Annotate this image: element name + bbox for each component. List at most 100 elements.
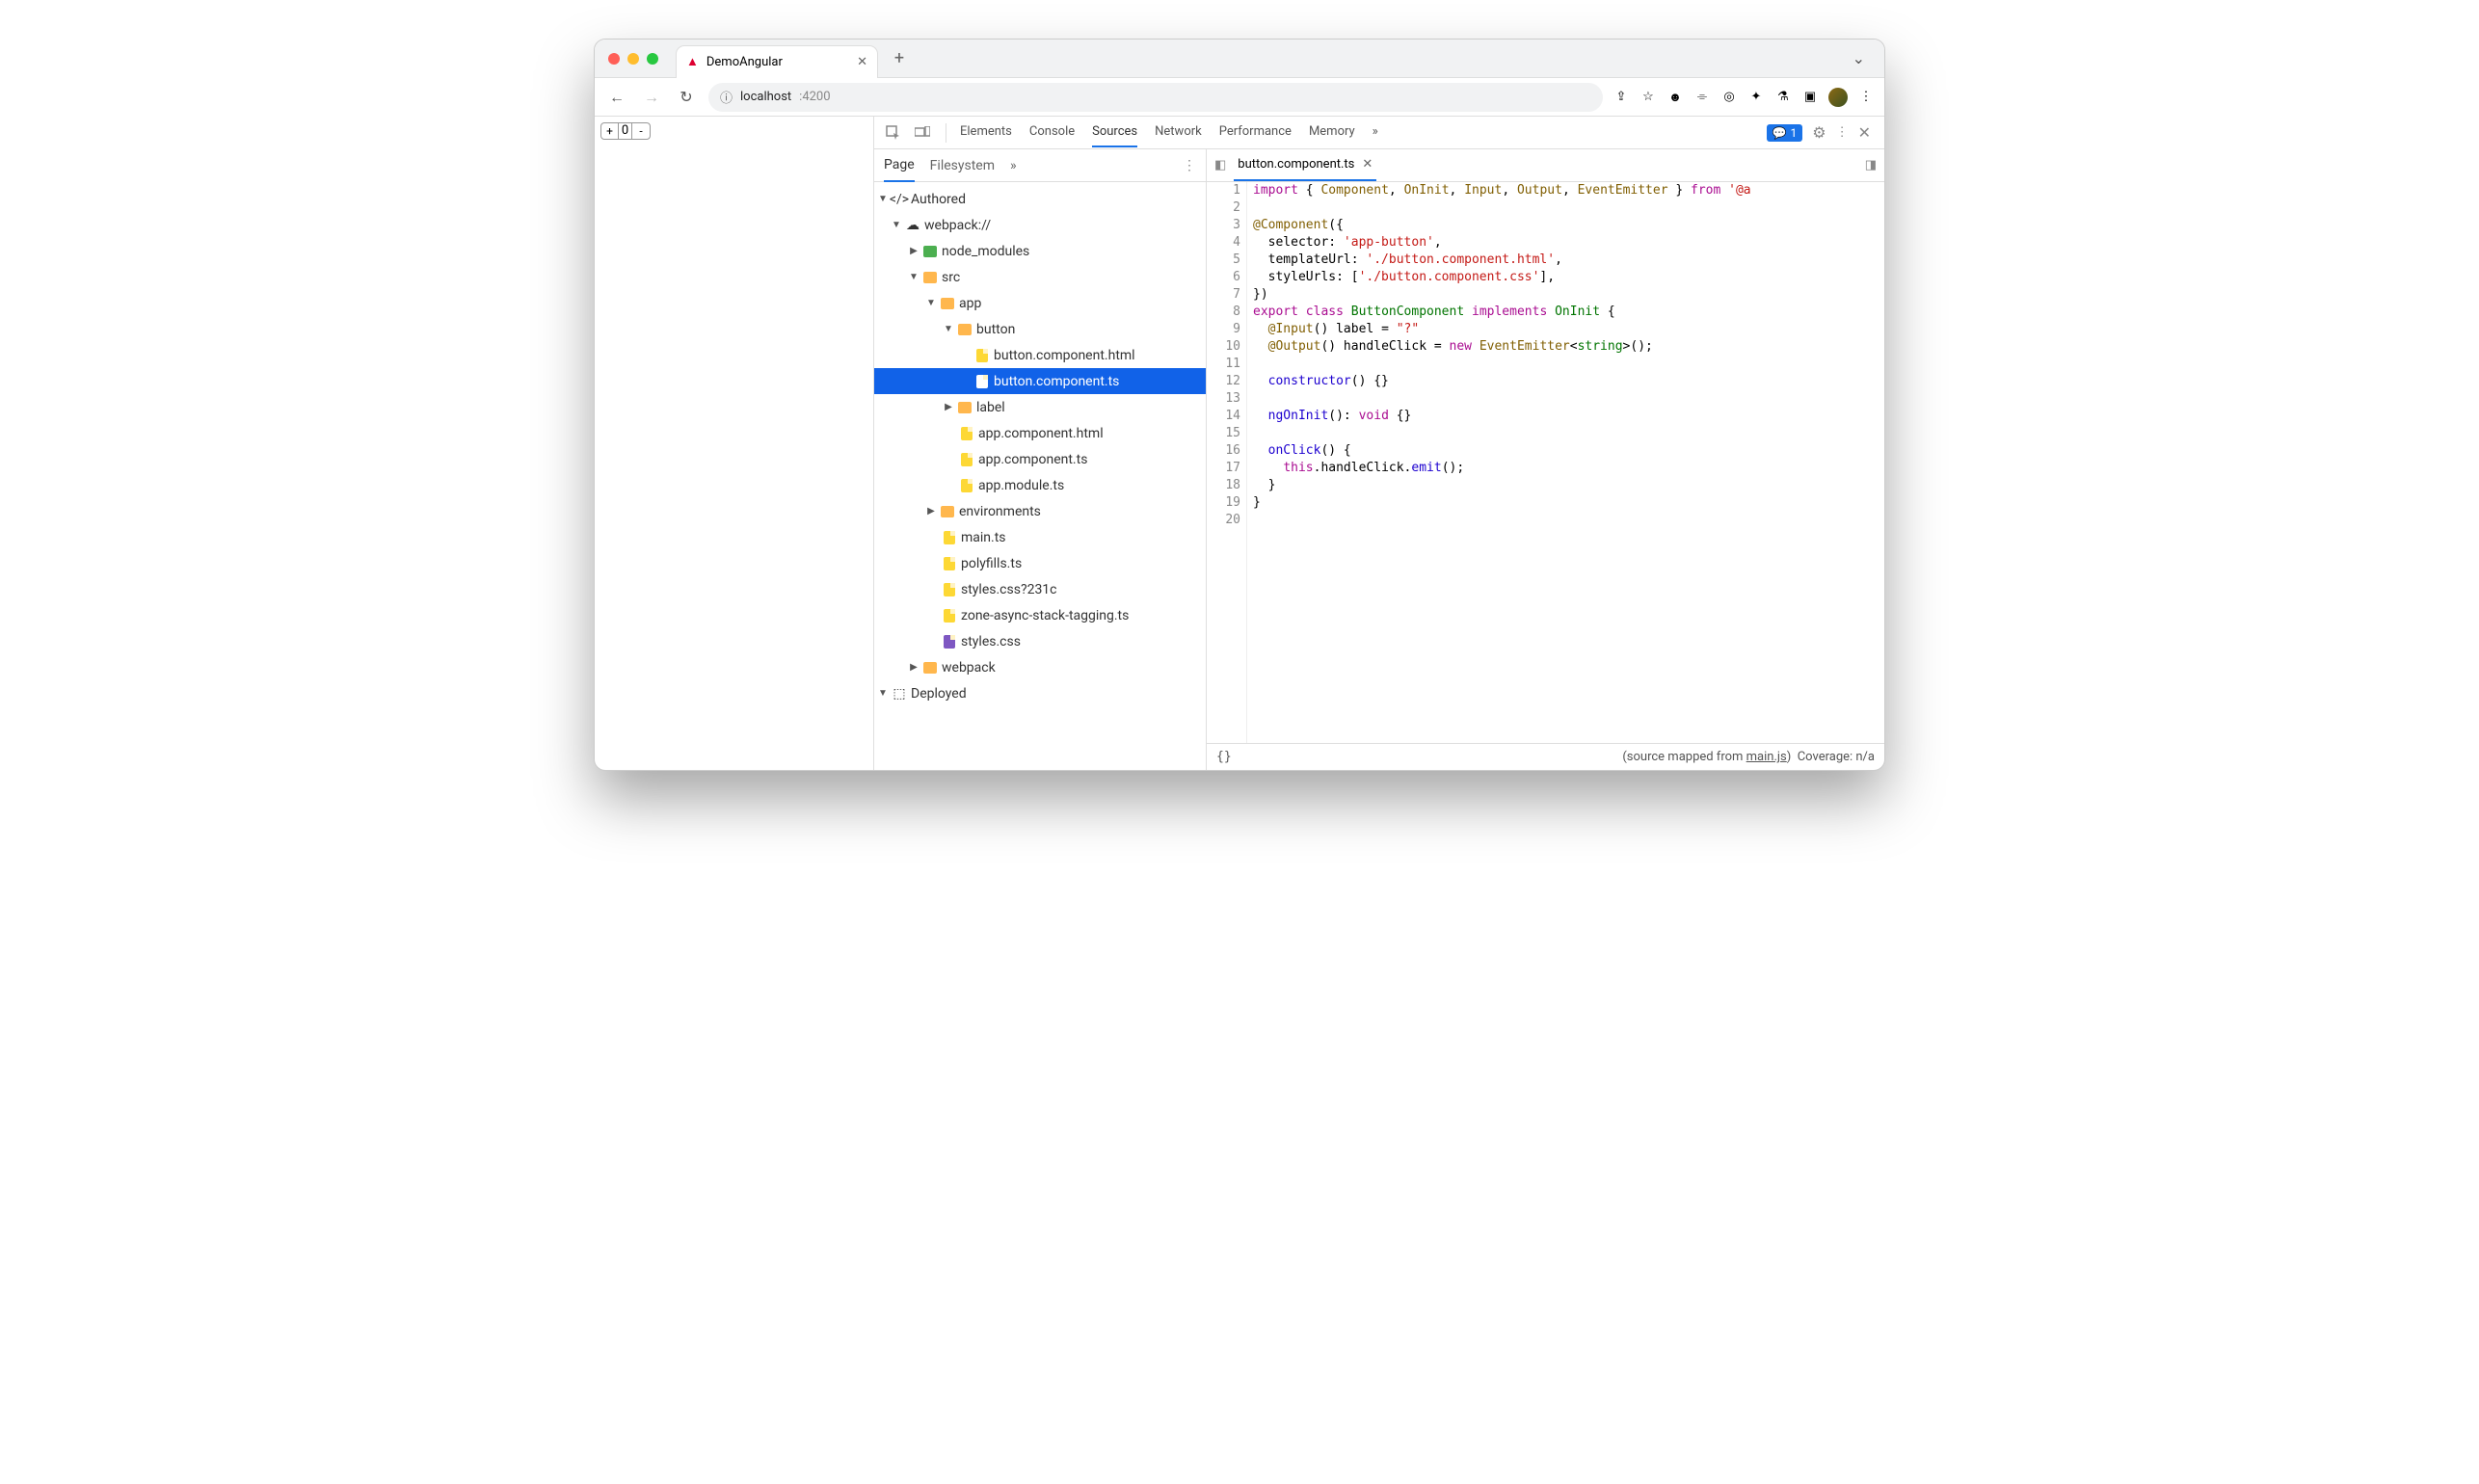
editor-tab-close-icon[interactable]: ✕ <box>1362 157 1373 172</box>
code-bracket-icon: </> <box>892 192 907 207</box>
extension-skull-icon[interactable]: ☻ <box>1666 89 1684 106</box>
tree-authored[interactable]: ▼</>Authored <box>874 186 1206 212</box>
extension-target-icon[interactable]: ◎ <box>1720 89 1738 106</box>
tree-webpack-folder[interactable]: ▶webpack <box>874 654 1206 680</box>
reload-button[interactable]: ↻ <box>674 88 699 106</box>
window-minimize-button[interactable] <box>627 53 639 65</box>
tab-memory[interactable]: Memory <box>1309 118 1355 147</box>
devtools-close-icon[interactable]: ✕ <box>1858 123 1871 142</box>
tree-zone-tagging[interactable]: zone-async-stack-tagging.ts <box>874 602 1206 628</box>
show-debugger-icon[interactable]: ◨ <box>1865 158 1877 172</box>
file-icon <box>959 426 974 441</box>
coverage-status: Coverage: n/a <box>1798 750 1875 764</box>
tree-environments[interactable]: ▶environments <box>874 498 1206 524</box>
counter-widget: + 0 - <box>600 122 651 140</box>
folder-icon <box>957 322 973 337</box>
tab-elements[interactable]: Elements <box>960 118 1012 147</box>
tree-button-ts[interactable]: button.component.ts <box>874 368 1206 394</box>
devtools: Elements Console Sources Network Perform… <box>874 117 1884 770</box>
tree-node-modules[interactable]: ▶node_modules <box>874 238 1206 264</box>
folder-icon <box>957 400 973 415</box>
editor-gutter: 1234567891011121314151617181920 <box>1207 182 1247 743</box>
tree-app-html[interactable]: app.component.html <box>874 420 1206 446</box>
file-icon <box>942 530 957 545</box>
counter-decrement-button[interactable]: - <box>632 123 650 139</box>
source-map-link[interactable]: main.js <box>1746 750 1787 764</box>
counter-value: 0 <box>619 123 632 139</box>
tabs-dropdown-button[interactable]: ⌄ <box>1853 49 1865 67</box>
bookmark-star-icon[interactable]: ☆ <box>1639 89 1657 106</box>
page-content: + 0 - <box>595 117 874 770</box>
traffic-lights <box>608 53 658 65</box>
tree-deployed[interactable]: ▼⬚Deployed <box>874 680 1206 706</box>
extension-flask-icon[interactable]: ⚗ <box>1774 89 1792 106</box>
code-pane: ◧ button.component.ts ✕ ◨ 12345678910111… <box>1207 149 1884 770</box>
url-host: localhost <box>740 90 791 104</box>
nav-more-icon[interactable]: ⋮ <box>1183 158 1196 173</box>
address-input[interactable]: ⓘ localhost:4200 <box>708 83 1603 112</box>
back-button[interactable]: ← <box>604 88 629 107</box>
window-close-button[interactable] <box>608 53 620 65</box>
nav-tab-page[interactable]: Page <box>884 149 915 182</box>
issues-badge[interactable]: 💬 1 <box>1767 124 1803 142</box>
tree-webpack-scheme[interactable]: ▼☁webpack:// <box>874 212 1206 238</box>
forward-button[interactable]: → <box>639 88 664 107</box>
extension-bug-icon[interactable]: ⌯ <box>1693 89 1711 106</box>
tree-app-ts[interactable]: app.component.ts <box>874 446 1206 472</box>
editor-status-bar: {} (source mapped from main.js) Coverage… <box>1207 743 1884 770</box>
inspect-element-icon[interactable] <box>884 123 903 143</box>
share-icon[interactable]: ⇪ <box>1613 89 1630 106</box>
extensions-puzzle-icon[interactable]: ✦ <box>1747 89 1765 106</box>
tab-console[interactable]: Console <box>1029 118 1075 147</box>
titlebar: ▲ DemoAngular ✕ + ⌄ <box>595 40 1884 78</box>
tree-styles-css[interactable]: styles.css <box>874 628 1206 654</box>
file-icon <box>942 634 957 649</box>
tree-styles-hashed[interactable]: styles.css?231c <box>874 576 1206 602</box>
tree-main-ts[interactable]: main.ts <box>874 524 1206 550</box>
tab-close-icon[interactable]: ✕ <box>857 55 867 69</box>
tree-polyfills[interactable]: polyfills.ts <box>874 550 1206 576</box>
sources-navigator: Page Filesystem » ⋮ ▼</>Authored ▼☁webpa… <box>874 149 1207 770</box>
profile-avatar[interactable] <box>1828 88 1848 107</box>
tree-app[interactable]: ▼app <box>874 290 1206 316</box>
new-tab-button[interactable]: + <box>886 48 913 68</box>
tree-app-module[interactable]: app.module.ts <box>874 472 1206 498</box>
folder-icon <box>940 504 955 519</box>
tree-label-folder[interactable]: ▶label <box>874 394 1206 420</box>
cube-icon: ⬚ <box>892 686 907 702</box>
tree-button-folder[interactable]: ▼button <box>874 316 1206 342</box>
editor-content: import { Component, OnInit, Input, Outpu… <box>1247 182 1884 743</box>
pretty-print-icon[interactable]: {} <box>1216 750 1232 764</box>
window-maximize-button[interactable] <box>647 53 658 65</box>
browser-window: ▲ DemoAngular ✕ + ⌄ ← → ↻ ⓘ localhost:42… <box>594 39 1885 771</box>
nav-tab-filesystem[interactable]: Filesystem <box>930 150 995 181</box>
editor-tab[interactable]: button.component.ts ✕ <box>1234 149 1376 181</box>
site-info-icon[interactable]: ⓘ <box>720 88 733 106</box>
devtools-tabs: Elements Console Sources Network Perform… <box>960 118 1757 147</box>
tab-network[interactable]: Network <box>1155 118 1202 147</box>
tree-button-html[interactable]: button.component.html <box>874 342 1206 368</box>
tree-src[interactable]: ▼src <box>874 264 1206 290</box>
issues-count: 1 <box>1791 126 1798 140</box>
editor-tabs: ◧ button.component.ts ✕ ◨ <box>1207 149 1884 182</box>
url-bar: ← → ↻ ⓘ localhost:4200 ⇪ ☆ ☻ ⌯ ◎ ✦ ⚗ ▣ ⋮ <box>595 78 1884 117</box>
tab-performance[interactable]: Performance <box>1219 118 1292 147</box>
device-mode-icon[interactable] <box>913 123 932 143</box>
folder-icon <box>922 270 938 285</box>
more-vert-icon[interactable]: ⋮ <box>1836 125 1849 140</box>
sidepanel-icon[interactable]: ▣ <box>1801 89 1819 106</box>
chat-bubble-icon: 💬 <box>1773 126 1787 140</box>
show-navigator-icon[interactable]: ◧ <box>1214 158 1226 172</box>
tab-sources[interactable]: Sources <box>1092 118 1137 147</box>
nav-tab-more[interactable]: » <box>1010 150 1017 181</box>
code-editor[interactable]: 1234567891011121314151617181920 import {… <box>1207 182 1884 743</box>
cloud-icon: ☁ <box>905 218 920 233</box>
file-tree: ▼</>Authored ▼☁webpack:// ▶node_modules … <box>874 182 1206 770</box>
tab-more[interactable]: » <box>1373 118 1378 147</box>
menu-dots-icon[interactable]: ⋮ <box>1857 89 1875 106</box>
folder-icon <box>940 296 955 311</box>
folder-icon <box>922 244 938 259</box>
counter-increment-button[interactable]: + <box>601 123 619 139</box>
browser-tab[interactable]: ▲ DemoAngular ✕ <box>676 45 878 78</box>
settings-gear-icon[interactable]: ⚙ <box>1812 123 1826 142</box>
